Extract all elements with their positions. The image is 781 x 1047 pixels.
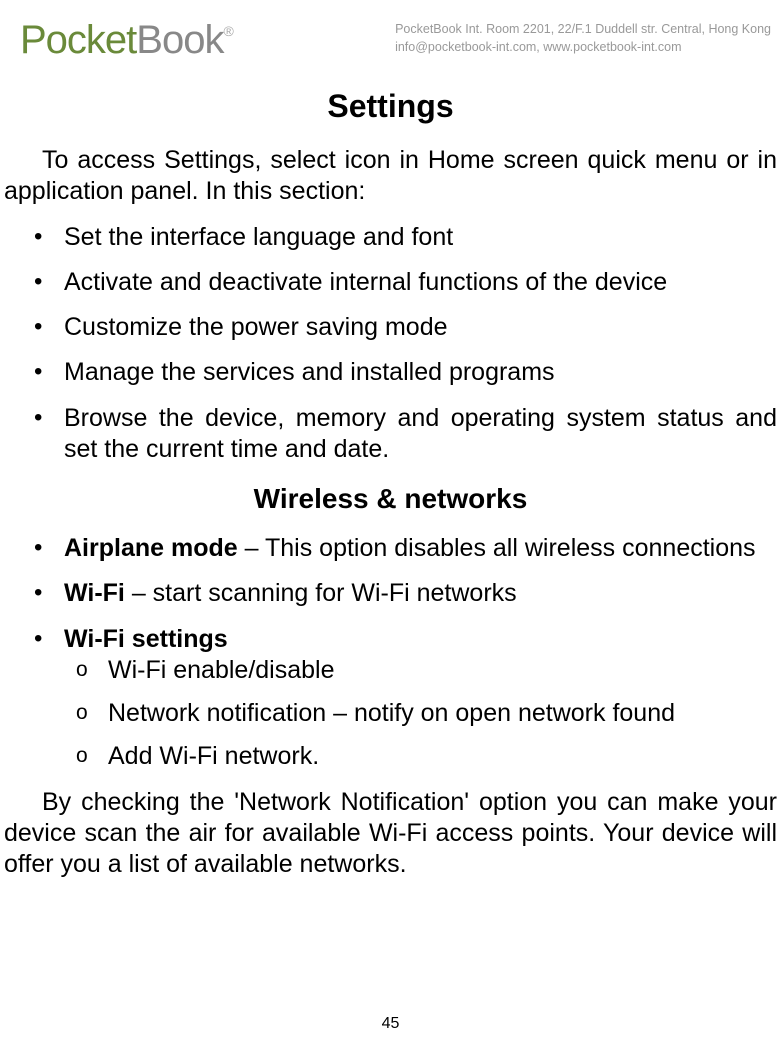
list-item: Airplane mode – This option disables all… — [64, 533, 777, 564]
list-item: Wi-Fi settings Wi-Fi enable/disable Netw… — [64, 624, 777, 773]
logo-text: PocketBook® — [20, 18, 233, 63]
sublist-item: Add Wi-Fi network. — [108, 741, 777, 772]
list-item: Manage the services and installed progra… — [64, 357, 777, 388]
wifi-sublist: Wi-Fi enable/disable Network notificatio… — [64, 655, 777, 773]
address-line-1: PocketBook Int. Room 2201, 22/F.1 Duddel… — [395, 21, 771, 39]
list-item: Wi-Fi – start scanning for Wi-Fi network… — [64, 578, 777, 609]
item-rest: – start scanning for Wi-Fi networks — [125, 579, 517, 607]
section-subtitle: Wireless & networks — [4, 483, 777, 515]
wireless-bullet-list: Airplane mode – This option disables all… — [4, 533, 777, 773]
settings-bullet-list: Set the interface language and font Acti… — [4, 222, 777, 466]
item-rest: – This option disables all wireless conn… — [238, 534, 756, 562]
page-title: Settings — [4, 88, 777, 125]
address-line-2: info@pocketbook-int.com, www.pocketbook-… — [395, 39, 771, 57]
list-item: Customize the power saving mode — [64, 312, 777, 343]
document-content: Settings To access Settings, select icon… — [0, 88, 781, 880]
logo-registered-icon: ® — [223, 23, 232, 39]
sublist-item: Network notification – notify on open ne… — [108, 698, 777, 729]
list-item: Set the interface language and font — [64, 222, 777, 253]
header-contact-info: PocketBook Int. Room 2201, 22/F.1 Duddel… — [395, 18, 771, 56]
logo: PocketBook® — [20, 18, 233, 63]
item-bold: Wi-Fi settings — [64, 625, 228, 653]
intro-paragraph: To access Settings, select icon in Home … — [4, 145, 777, 208]
page-number: 45 — [0, 1015, 781, 1033]
closing-paragraph: By checking the 'Network Notification' o… — [4, 787, 777, 881]
document-header: PocketBook® PocketBook Int. Room 2201, 2… — [0, 0, 781, 63]
logo-book: Book — [136, 18, 223, 62]
sublist-item: Wi-Fi enable/disable — [108, 655, 777, 686]
item-bold: Airplane mode — [64, 534, 238, 562]
logo-pocket: Pocket — [20, 18, 136, 62]
list-item: Browse the device, memory and operating … — [64, 403, 777, 466]
item-bold: Wi-Fi — [64, 579, 125, 607]
list-item: Activate and deactivate internal functio… — [64, 267, 777, 298]
